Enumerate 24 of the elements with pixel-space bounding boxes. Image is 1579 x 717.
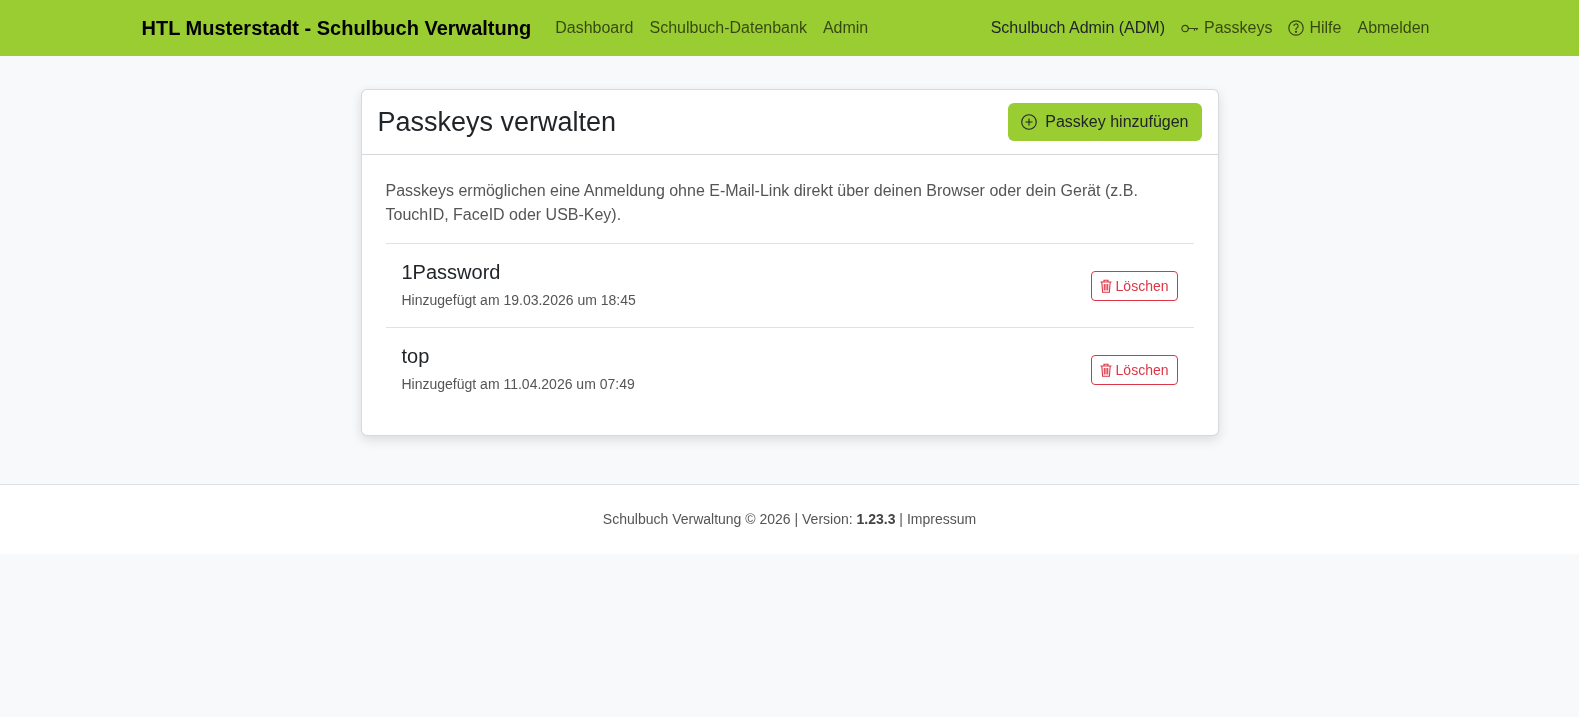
- description-text: Passkeys ermöglichen eine Anmeldung ohne E-Mail-Link direkt über deinen Browser oder dein Gerät (z.B. TouchID, FaceID oder USB-Key).: [385, 181, 1139, 225]
- added-date-text: Hinzugefügt am 11.04.2026 um 07:49: [401, 375, 635, 394]
- footer-text: Schulbuch Verwaltung © 2026 | Version: 1.23.3 | Impressum: [601, 510, 978, 529]
- card-title: Passkeys verwalten: [377, 105, 617, 139]
- trash-icon: [1099, 278, 1112, 293]
- brand-title[interactable]: HTL Musterstadt - Schulbuch Verwaltung: [141, 16, 532, 40]
- help-icon: [1288, 20, 1305, 36]
- nav-link[interactable]: Dashboard: [547, 11, 642, 45]
- delete-button[interactable]: Löschen: [1090, 354, 1178, 385]
- added-date-text: Hinzugefügt am 19.03.2026 um 18:45: [401, 291, 636, 310]
- passkey-name: top: [401, 344, 431, 368]
- key-icon: [1180, 23, 1199, 33]
- nav-link[interactable]: Schulbuch-Datenbank: [641, 11, 815, 45]
- nav-link[interactable]: Admin: [814, 11, 877, 45]
- user-name: Schulbuch Admin (ADM): [989, 18, 1166, 38]
- delete-button[interactable]: Löschen: [1090, 270, 1178, 301]
- passkey-name: 1Password: [401, 260, 502, 284]
- nav-link[interactable]: Abmelden: [1349, 11, 1438, 45]
- impressum-link[interactable]: Impressum: [906, 511, 977, 527]
- nav-link[interactable]: Hilfe: [1280, 11, 1350, 45]
- plus-circle-icon: [1021, 114, 1038, 130]
- add-passkey-button[interactable]: Passkey hinzufügen: [1008, 103, 1202, 141]
- trash-icon: [1099, 362, 1112, 377]
- nav-link[interactable]: Passkeys: [1172, 11, 1281, 45]
